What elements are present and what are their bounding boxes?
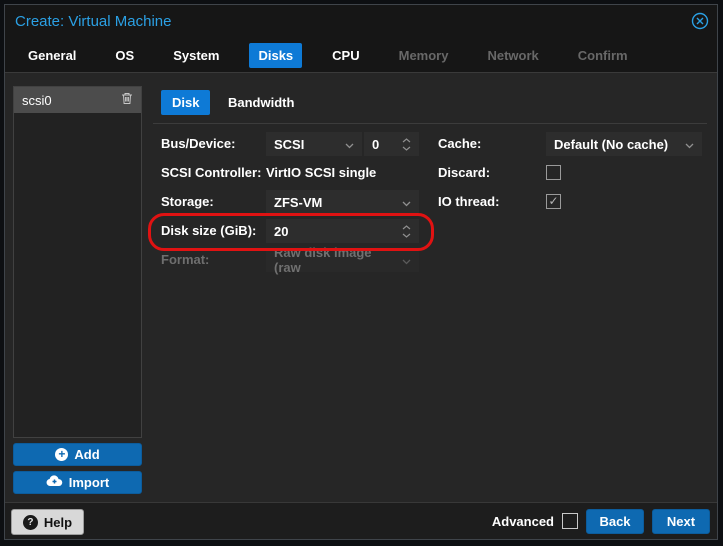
tab-confirm: Confirm	[577, 48, 628, 63]
wizard-tab-bar: General OS System Disks CPU Memory Netwo…	[19, 43, 637, 68]
disk-list-panel: scsi0	[13, 86, 142, 438]
advanced-label: Advanced	[491, 513, 554, 529]
storage-label: Storage:	[161, 194, 214, 209]
cache-label: Cache:	[438, 136, 482, 151]
bus-number-field[interactable]: 0	[364, 132, 419, 156]
format-combo: Raw disk image (raw	[266, 245, 419, 275]
disk-item-label: scsi0	[22, 92, 52, 108]
disk-size-label: Disk size (GiB):	[161, 223, 257, 238]
io-thread-label: IO thread:	[438, 194, 500, 209]
number-spinner-icon[interactable]	[402, 137, 411, 151]
chevron-down-icon	[685, 137, 694, 152]
scsi-controller-value: VirtIO SCSI single	[266, 165, 377, 180]
plus-circle-icon: +	[55, 448, 69, 461]
import-button-label: Import	[68, 475, 110, 490]
subtab-separator	[153, 123, 707, 124]
help-button-label: Help	[43, 514, 73, 530]
scsi-controller-label: SCSI Controller:	[161, 165, 262, 180]
number-spinner-icon[interactable]	[402, 224, 411, 238]
cloud-import-icon	[46, 475, 63, 490]
add-button[interactable]: + Add	[13, 443, 142, 466]
discard-checkbox[interactable]	[546, 165, 561, 180]
back-button[interactable]: Back	[586, 508, 644, 534]
tab-network: Network	[487, 48, 539, 63]
dialog-header: Create: Virtual Machine General OS Syste…	[5, 5, 717, 73]
help-button[interactable]: ? Help	[11, 509, 84, 535]
bus-device-value: SCSI	[274, 136, 305, 152]
tab-os[interactable]: OS	[106, 43, 143, 68]
dialog-title: Create: Virtual Machine	[15, 13, 172, 30]
close-icon[interactable]	[691, 12, 709, 30]
tab-general[interactable]: General	[19, 43, 85, 68]
tab-memory: Memory	[398, 48, 449, 63]
question-circle-icon: ?	[22, 514, 38, 530]
cache-value: Default (No cache)	[554, 136, 669, 152]
chevron-down-icon	[345, 137, 354, 152]
footer-actions: Advanced Back Next	[492, 508, 710, 534]
tab-cpu[interactable]: CPU	[323, 43, 368, 68]
disk-size-field[interactable]: 20	[266, 219, 419, 243]
tab-disks[interactable]: Disks	[249, 43, 303, 68]
advanced-checkbox[interactable]	[562, 513, 578, 529]
import-button[interactable]: Import	[13, 471, 142, 494]
chevron-down-icon	[402, 195, 411, 210]
storage-combo[interactable]: ZFS-VM	[266, 190, 419, 214]
add-button-label: Add	[74, 447, 100, 462]
tab-system[interactable]: System	[164, 43, 228, 68]
format-label: Format:	[161, 252, 210, 267]
chevron-down-icon	[402, 253, 411, 268]
dialog-body: scsi0 + Add Import Disk Bandwidth Bus/De…	[5, 73, 717, 502]
format-value: Raw disk image (raw	[274, 245, 372, 275]
subtab-disk[interactable]: Disk	[161, 90, 211, 115]
bus-device-label: Bus/Device:	[161, 136, 236, 151]
discard-label: Discard:	[438, 165, 491, 180]
subtab-bandwidth[interactable]: Bandwidth	[217, 90, 305, 115]
disk-list-item-scsi0[interactable]: scsi0	[14, 87, 141, 113]
bus-number-value: 0	[372, 136, 380, 152]
io-thread-checkbox[interactable]: ✓	[546, 194, 561, 209]
storage-value: ZFS-VM	[274, 194, 323, 210]
bus-device-combo[interactable]: SCSI	[266, 132, 362, 156]
create-vm-dialog: Create: Virtual Machine General OS Syste…	[4, 4, 718, 540]
trash-icon[interactable]	[121, 92, 133, 108]
cache-combo[interactable]: Default (No cache)	[546, 132, 702, 156]
dialog-footer: ? Help Advanced Back Next	[5, 502, 717, 539]
next-button[interactable]: Next	[652, 508, 710, 534]
disk-size-value: 20	[274, 223, 289, 239]
